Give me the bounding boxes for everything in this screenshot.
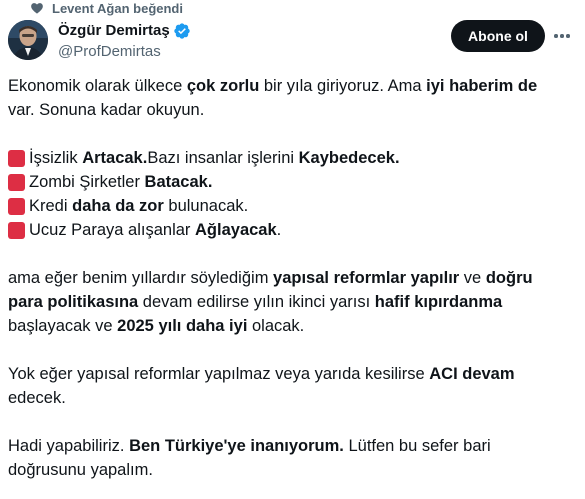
text-segment: devam edilirse yılın ikinci yarısı: [138, 293, 375, 311]
text-segment: bulunacak.: [168, 197, 249, 215]
text-segment: olacak.: [247, 317, 305, 335]
text-segment: edecek.: [8, 389, 66, 407]
red-square-icon: [8, 221, 25, 239]
paragraph-intro: Ekonomik olarak ülkece çok zorlu bir yıl…: [8, 74, 568, 122]
text-segment: var. Sonuna kadar okuyun.: [8, 101, 205, 119]
avatar[interactable]: [8, 20, 48, 60]
social-context[interactable]: Levent Ağan beğendi: [30, 0, 183, 16]
text-segment: İşsizlik: [29, 149, 78, 167]
text-segment: ve: [459, 269, 486, 287]
follow-button[interactable]: Abone ol: [451, 20, 545, 52]
list-item: Zombi Şirketler Batacak.: [8, 170, 568, 194]
paragraph-warning: Yok eğer yapısal reformlar yapılmaz veya…: [8, 362, 568, 410]
more-dot: [560, 34, 564, 38]
author-name[interactable]: Özgür Demirtaş: [58, 21, 170, 41]
verified-badge-icon: [174, 23, 190, 39]
author-handle[interactable]: @ProfDemirtas: [58, 42, 191, 62]
more-icon[interactable]: [552, 26, 572, 46]
text-segment: Zombi Şirketler: [29, 173, 140, 191]
text-segment: Ucuz Paraya alışanlar: [29, 221, 191, 239]
text-bold: ACI devam: [429, 365, 515, 383]
text-segment: Hadi yapabiliriz.: [8, 437, 130, 455]
list-item: Kredi daha da zor bulunacak.: [8, 194, 568, 218]
red-square-icon: [8, 149, 25, 167]
text-bold: Kaybedecek.: [298, 149, 400, 167]
tweet-author: Özgür Demirtaş @ProfDemirtas: [58, 21, 191, 62]
text-segment: başlayacak ve: [8, 317, 118, 335]
text-bold: Ben Türkiye'ye inanıyorum.: [129, 437, 344, 455]
text-segment: .: [276, 221, 282, 239]
heart-icon: [31, 3, 43, 14]
tweet-text: Ekonomik olarak ülkece çok zorlu bir yıl…: [8, 74, 568, 482]
paragraph-reforms: ama eğer benim yıllardır söylediğim yapı…: [8, 266, 568, 338]
text-bold: Batacak.: [144, 173, 213, 191]
text-bold: yapısal reformlar yapılır: [273, 269, 460, 287]
author-name-row[interactable]: Özgür Demirtaş: [58, 21, 191, 41]
text-bold: hafif kıpırdanma: [374, 293, 503, 311]
text-segment: Bazı insanlar işlerini: [147, 149, 295, 167]
list-item: Ucuz Paraya alışanlar Ağlayacak.: [8, 218, 568, 242]
red-square-icon: [8, 173, 25, 191]
text-bold: çok zorlu: [186, 77, 260, 95]
text-segment: ama eğer benim yıllardır söylediğim: [8, 269, 274, 287]
text-segment: Ekonomik olarak ülkece: [8, 77, 187, 95]
list-item: İşsizlik Artacak. Bazı insanlar işlerini…: [8, 146, 568, 170]
text-bold: daha da zor: [72, 197, 164, 215]
avatar-image: [8, 20, 48, 60]
text-segment: Yok eğer yapısal reformlar yapılmaz veya…: [8, 365, 430, 383]
more-dot: [554, 34, 558, 38]
more-dot: [566, 34, 570, 38]
social-context-text: Levent Ağan beğendi: [52, 0, 183, 16]
text-bold: Artacak.: [82, 149, 148, 167]
text-bold: 2025 yılı daha iyi: [117, 317, 248, 335]
text-bold: iyi haberim de: [426, 77, 538, 95]
red-square-icon: [8, 197, 25, 215]
text-segment: Kredi: [29, 197, 68, 215]
text-segment: bir yıla giriyoruz. Ama: [259, 77, 427, 95]
paragraph-closing: Hadi yapabiliriz. Ben Türkiye'ye inanıyo…: [8, 434, 568, 482]
text-bold: Ağlayacak: [195, 221, 277, 239]
